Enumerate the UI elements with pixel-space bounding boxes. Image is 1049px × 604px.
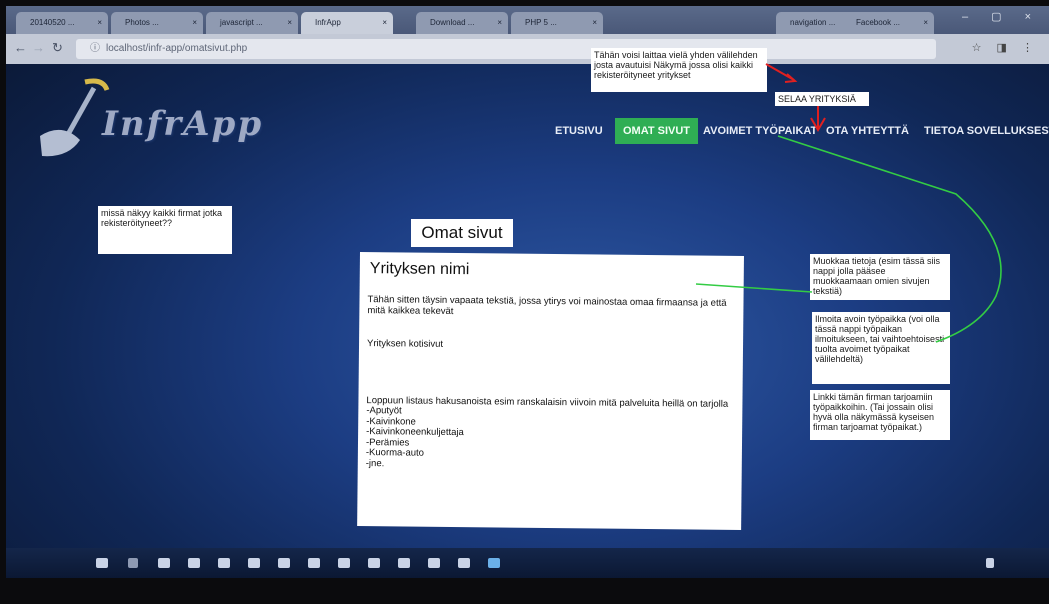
annotation-arrow [765,63,795,81]
note-link-jobs: Linkki tämän firman tarjoamiin työpaikko… [810,390,950,440]
note-new-tab: Tähän voisi laittaa vielä yhden välilehd… [591,48,767,92]
taskbar-app-icon[interactable] [218,558,230,568]
info-icon: ⓘ [90,43,100,54]
note-edit-info: Muokkaa tietoja (esim tässä siis nappi j… [810,254,950,300]
company-profile-panel: Yrityksen nimi Tähän sitten täysin vapaa… [357,252,744,531]
taskbar-app-icon[interactable] [338,558,350,568]
address-bar[interactable]: ⓘ localhost/infr-app/omatsivut.php [76,39,936,59]
toolbar-icons[interactable]: ☆ ◨ ⋮ [972,41,1039,54]
back-icon[interactable]: ← [14,40,27,55]
close-icon[interactable]: × [97,12,102,34]
browser-tab[interactable]: PHP 5 ... × [511,12,603,34]
taskbar-app-icon[interactable] [428,558,440,568]
browser-tab[interactable]: Facebook ... × [842,12,934,34]
annotation-arrowhead [784,73,798,83]
nav-item-etusivu[interactable]: ETUSIVU [555,118,603,144]
screen: 20140520 ... × Photos ... × javascript ...… [6,6,1049,578]
taskbar-app-icon[interactable] [248,558,260,568]
browser-tab[interactable]: javascript ... × [206,12,298,34]
browser-toolbar: ← → ↻ ⓘ localhost/infr-app/omatsivut.php … [6,34,1049,64]
nav-item-omat-sivut[interactable]: OMAT SIVUT [615,118,699,144]
taskbar-app-icon[interactable] [368,558,380,568]
nav-item-avoimet-tyopaikat[interactable]: AVOIMET TYÖPAIKAT [703,118,817,144]
close-icon[interactable]: × [497,12,502,34]
browser-tab-bar: 20140520 ... × Photos ... × javascript ...… [6,6,1049,34]
taskbar-app-icon[interactable] [158,558,170,568]
taskbar-app-icon[interactable] [308,558,320,568]
taskbar-app-icon[interactable] [278,558,290,568]
services-list: -Aputyöt -Kaivinkone -Kaivinkoneenkuljet… [366,405,735,473]
nav-item-ota-yhteytta[interactable]: OTA YHTEYTTÄ [826,118,909,144]
browser-tab-active[interactable]: InfrApp × [301,12,393,34]
company-description: Tähän sitten täysin vapaata tekstiä, jos… [367,294,727,317]
note-report-job: Ilmoita avoin työpaikka (voi olla tässä … [812,312,950,384]
page-title: Omat sivut [411,219,513,247]
search-icon[interactable] [128,558,138,568]
browser-tab[interactable]: 20140520 ... × [16,12,108,34]
close-icon[interactable]: × [923,12,928,34]
nav-item-tietoa-sovelluksesta[interactable]: TIETOA SOVELLUKSESTA [924,118,1049,144]
browser-tab[interactable]: Download ... × [416,12,508,34]
close-icon[interactable]: × [192,12,197,34]
taskbar [6,548,1049,578]
notification-icon[interactable] [986,558,994,568]
close-icon[interactable]: × [287,12,292,34]
reload-icon[interactable]: ↻ [52,40,63,56]
browser-tab[interactable]: Photos ... × [111,12,203,34]
window-controls[interactable]: – ▢ × [962,10,1041,23]
site-navigation: ETUSIVU OMAT SIVUT AVOIMET TYÖPAIKAT OTA… [6,118,1049,146]
close-icon[interactable]: × [382,12,387,34]
forward-icon[interactable]: → [32,40,45,55]
start-icon[interactable] [96,558,108,568]
close-icon[interactable]: × [592,12,597,34]
company-name: Yrityksen nimi [369,260,470,279]
taskbar-app-icon[interactable] [188,558,200,568]
note-all-companies: missä näkyy kaikki firmat jotka rekister… [98,206,232,254]
note-browse-companies: SELAA YRITYKSIÄ [775,92,869,106]
taskbar-app-icon[interactable] [488,558,500,568]
taskbar-app-icon[interactable] [398,558,410,568]
company-homepage-link[interactable]: Yrityksen kotisivut [367,338,735,353]
taskbar-app-icon[interactable] [458,558,470,568]
